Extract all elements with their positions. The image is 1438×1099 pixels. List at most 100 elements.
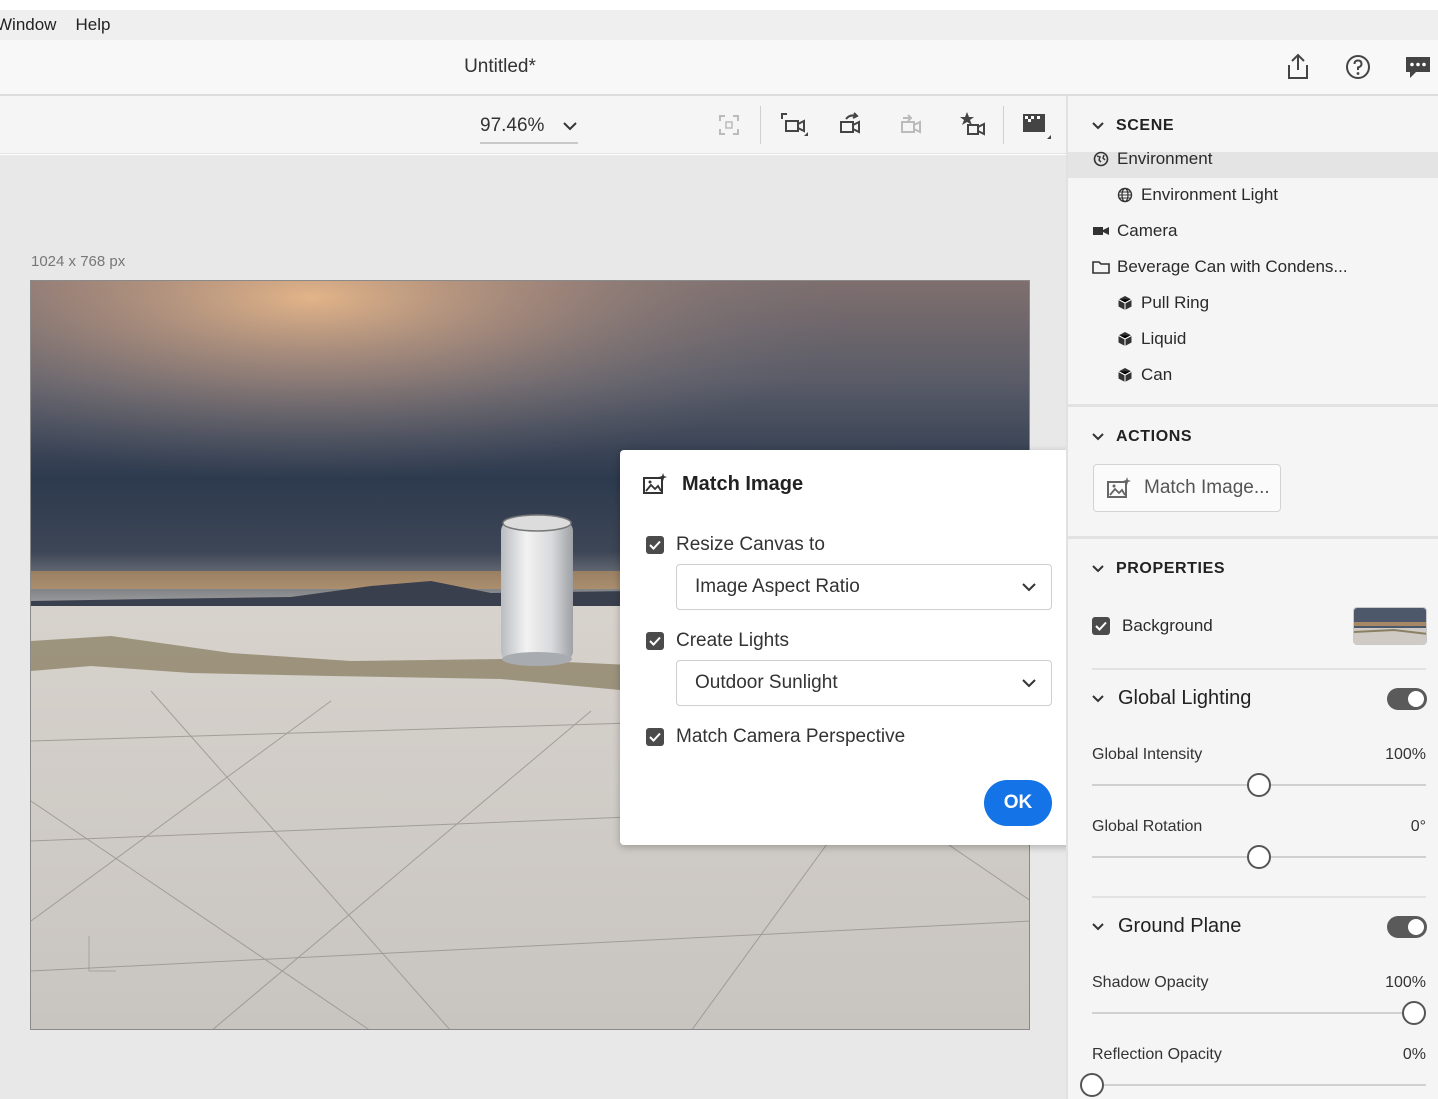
shadow-opacity-slider[interactable]: [1092, 1001, 1426, 1025]
chevron-down-icon: [1022, 679, 1036, 688]
scene-item-label: Beverage Can with Condens...: [1117, 257, 1348, 276]
resize-canvas-select[interactable]: Image Aspect Ratio: [676, 564, 1052, 610]
global-lighting-header[interactable]: Global Lighting: [1092, 687, 1251, 710]
slider-handle[interactable]: [1247, 773, 1271, 797]
actions-heading: ACTIONS: [1116, 428, 1193, 445]
camera-bookmark-icon[interactable]: [956, 108, 990, 142]
toolbar-separator: [760, 106, 761, 144]
properties-section-header[interactable]: PROPERTIES: [1068, 552, 1438, 586]
menu-bar: Window Help: [0, 10, 1438, 40]
document-title: Untitled*: [464, 56, 536, 77]
folder-icon: [1092, 258, 1110, 276]
checkbox-checked-icon: [1092, 617, 1110, 635]
resize-canvas-label: Resize Canvas to: [676, 534, 825, 555]
chevron-down-icon: [1092, 565, 1104, 573]
scene-item-label: Liquid: [1141, 329, 1187, 348]
scene-heading: SCENE: [1116, 117, 1175, 134]
match-image-button[interactable]: Match Image...: [1093, 464, 1281, 512]
frame-selection-icon[interactable]: [712, 108, 746, 142]
chevron-down-icon: [1092, 433, 1104, 441]
ground-plane-icon[interactable]: [1018, 108, 1052, 142]
dialog-title-text: Match Image: [682, 472, 804, 495]
zoom-value: 97.46%: [480, 115, 545, 136]
chevron-down-icon: [563, 122, 577, 131]
global-rotation-slider[interactable]: [1092, 845, 1426, 869]
canvas-size-label: 1024 x 768 px: [31, 253, 126, 270]
ground-plane-title: Ground Plane: [1118, 915, 1242, 937]
globe-icon: [1116, 186, 1134, 204]
scene-item-label: Pull Ring: [1141, 293, 1210, 312]
properties-heading: PROPERTIES: [1116, 560, 1226, 577]
checkbox-checked-icon: [646, 632, 664, 650]
chevron-down-icon: [1022, 583, 1036, 592]
reflection-opacity-label: Reflection Opacity: [1092, 1046, 1222, 1063]
camera-frame-icon[interactable]: [776, 108, 810, 142]
background-checkbox[interactable]: Background: [1092, 616, 1213, 636]
section-divider: [1068, 404, 1438, 407]
scene-section-header[interactable]: SCENE: [1068, 109, 1438, 143]
create-lights-checkbox[interactable]: Create Lights: [646, 630, 789, 652]
scene-item-pull-ring[interactable]: Pull Ring: [1116, 287, 1209, 319]
menu-window[interactable]: Window: [0, 15, 56, 35]
scene-item-label: Environment Light: [1141, 185, 1279, 204]
feedback-icon[interactable]: [1403, 52, 1433, 82]
camera-icon: [1092, 222, 1110, 240]
shadow-opacity-label: Shadow Opacity: [1092, 974, 1209, 991]
cube-icon: [1116, 294, 1134, 312]
slider-handle[interactable]: [1402, 1001, 1426, 1025]
scene-item-label: Camera: [1117, 221, 1178, 240]
create-lights-label: Create Lights: [676, 630, 790, 651]
camera-pan-icon[interactable]: [895, 108, 929, 142]
scene-item-beverage-can-group[interactable]: Beverage Can with Condens...: [1092, 251, 1348, 283]
shadow-opacity-value: 100%: [1385, 974, 1426, 991]
global-rotation-value: 0°: [1410, 818, 1426, 835]
share-icon[interactable]: [1283, 52, 1313, 82]
match-camera-checkbox[interactable]: Match Camera Perspective: [646, 726, 905, 748]
chevron-down-icon: [1092, 694, 1104, 702]
dialog-title: Match Image: [642, 472, 803, 496]
chevron-down-icon: [1092, 922, 1104, 930]
cube-icon: [1116, 330, 1134, 348]
global-intensity-slider[interactable]: [1092, 773, 1426, 797]
ok-button[interactable]: OK: [984, 780, 1052, 826]
slider-handle[interactable]: [1080, 1073, 1104, 1097]
scene-item-liquid[interactable]: Liquid: [1116, 323, 1186, 355]
scene-item-camera[interactable]: Camera: [1092, 215, 1177, 247]
can-model[interactable]: [501, 514, 573, 666]
scene-item-can[interactable]: Can: [1116, 359, 1172, 391]
create-lights-value: Outdoor Sunlight: [695, 672, 838, 693]
background-label: Background: [1122, 616, 1213, 635]
camera-orbit-icon[interactable]: [834, 108, 868, 142]
background-thumbnail[interactable]: [1353, 607, 1427, 645]
resize-canvas-checkbox[interactable]: Resize Canvas to: [646, 534, 825, 556]
ground-plane-header[interactable]: Ground Plane: [1092, 915, 1241, 938]
resize-canvas-value: Image Aspect Ratio: [695, 576, 860, 597]
property-divider: [1092, 668, 1426, 670]
actions-section-header[interactable]: ACTIONS: [1068, 420, 1438, 454]
title-bar: Untitled*: [0, 40, 1438, 96]
checkbox-checked-icon: [646, 536, 664, 554]
scene-item-environment[interactable]: Environment: [1092, 143, 1212, 175]
scene-item-environment-light[interactable]: Environment Light: [1116, 179, 1278, 211]
ground-plane-toggle[interactable]: [1387, 916, 1427, 938]
scene-item-label: Environment: [1117, 149, 1213, 168]
match-image-icon: [1106, 476, 1132, 500]
match-image-dialog: Match Image Resize Canvas to Image Aspec…: [620, 450, 1086, 845]
help-icon[interactable]: [1343, 52, 1373, 82]
reflection-opacity-slider[interactable]: [1080, 1073, 1426, 1097]
match-camera-label: Match Camera Perspective: [676, 726, 906, 747]
property-divider: [1092, 896, 1426, 898]
menu-help[interactable]: Help: [75, 15, 110, 35]
canvas-toolbar: 97.46%: [0, 96, 1066, 154]
environment-icon: [1092, 150, 1110, 168]
chevron-down-icon: [1092, 122, 1104, 130]
slider-handle[interactable]: [1247, 845, 1271, 869]
zoom-dropdown[interactable]: 97.46%: [480, 110, 578, 144]
global-intensity-label: Global Intensity: [1092, 746, 1203, 763]
checkbox-checked-icon: [646, 728, 664, 746]
toolbar-separator: [1003, 106, 1004, 144]
global-lighting-toggle[interactable]: [1387, 688, 1427, 710]
create-lights-select[interactable]: Outdoor Sunlight: [676, 660, 1052, 706]
global-lighting-title: Global Lighting: [1118, 687, 1252, 709]
right-panel: SCENE Environment Environment Light Came…: [1066, 96, 1438, 1099]
